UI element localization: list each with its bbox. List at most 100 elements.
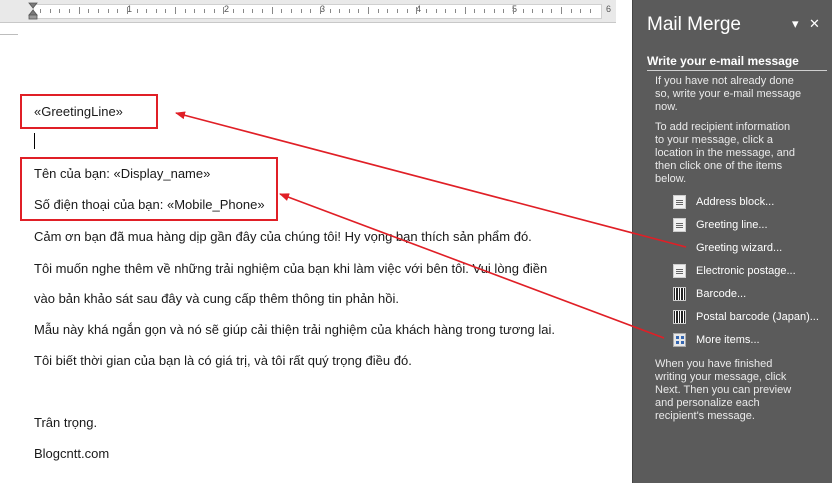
text-cursor [34,133,35,149]
ruler-mark: 2 [224,4,230,14]
greeting-line-link[interactable]: Greeting line... [673,217,768,233]
body-paragraph[interactable]: vào bản khảo sát sau đây và cung cấp thê… [34,291,399,306]
ruler-tick [358,9,360,13]
instructions-text: To add recipient information to your mes… [655,121,796,185]
page-gutter [616,0,632,483]
ruler-tick [406,9,408,13]
ruler-tick [184,9,186,13]
ruler-tick [146,9,148,13]
ruler-tick [561,7,563,14]
item-label: More items... [696,334,760,346]
pane-options-icon[interactable]: ▾ [792,16,799,32]
ruler-tick [368,7,370,14]
ruler-tick [242,9,244,13]
ruler-tick [175,7,177,14]
ruler-tick [252,9,254,13]
mail-merge-pane: Mail Merge ▾ ✕ Write your e-mail message… [632,0,832,483]
ruler-tick [271,7,273,14]
ruler-tick [503,9,505,13]
ruler-tick [445,9,447,13]
ruler-tick [165,9,167,13]
more-items-link[interactable]: More items... [673,332,760,348]
item-label: Electronic postage... [696,265,796,277]
address-block-link[interactable]: Address block... [673,194,774,210]
display-name-field[interactable]: Tên của bạn: «Display_name» [34,166,210,181]
indent-marker-icon[interactable] [28,2,38,20]
ruler-tick [426,9,427,13]
ruler-tick [512,7,514,14]
ruler-tick [223,7,225,14]
item-label: Greeting line... [696,219,768,231]
ruler-tick [194,9,196,13]
ruler-tick [40,9,41,13]
ruler-tick [126,7,128,14]
postal-barcode-link[interactable]: Postal barcode (Japan)... [673,309,819,325]
ruler-tick [261,9,263,13]
pane-close-icon[interactable]: ✕ [809,16,820,32]
ruler-tick [435,9,437,13]
body-paragraph[interactable]: Mẫu này khá ngắn gọn và nó sẽ giúp cải t… [34,322,555,337]
ruler-tick [107,9,109,13]
item-label: Barcode... [696,288,747,300]
body-paragraph[interactable]: Tôi biết thời gian của bạn là có giá trị… [34,353,412,368]
ruler-tick [348,9,350,13]
ruler-tick [290,9,292,13]
body-paragraph[interactable]: Cảm ơn bạn đã mua hàng dịp gần đây của c… [34,229,532,244]
ruler-tick [590,9,592,13]
ruler-tick [233,9,234,13]
ruler-tick [213,9,215,13]
barcode-icon [673,287,686,301]
ruler-tick [570,9,572,13]
finish-text: When you have finished writing your mess… [655,358,792,422]
intro-text: If you have not already done so, write y… [655,75,802,113]
ruler-tick [522,9,524,13]
ruler-mark: 6 [606,4,612,14]
ruler-tick [493,9,495,13]
electronic-postage-link[interactable]: Electronic postage... [673,263,796,279]
grid-icon [673,333,686,347]
ruler-tick [580,9,582,13]
ruler-tick [117,9,119,13]
closing-line[interactable]: Trân trọng. [34,415,97,430]
document-icon [673,195,686,209]
item-label: Address block... [696,196,775,208]
body-paragraph[interactable]: Tôi muốn nghe thêm về những trải nghiệm … [34,261,547,276]
document-area[interactable]: 1 2 3 4 5 6 «GreetingLine» Tên của bạn: … [0,0,632,483]
greeting-wizard-link[interactable]: Greeting wizard... [673,240,782,256]
ruler-tick [377,9,379,13]
ruler-tick [551,9,553,13]
item-label: Postal barcode (Japan)... [696,311,819,323]
ruler-tick [483,9,485,13]
ruler-tick [329,9,331,13]
blank-icon [673,241,686,255]
ruler-tick [59,9,61,13]
ruler-tick [397,9,399,13]
document-icon [673,218,686,232]
horizontal-ruler[interactable]: 1 2 3 4 5 6 [0,0,616,23]
barcode-icon [673,310,686,324]
greeting-line-field[interactable]: «GreetingLine» [34,104,123,119]
pane-title: Mail Merge [647,14,741,35]
mobile-phone-field[interactable]: Số điện thoại của bạn: «Mobile_Phone» [34,197,265,212]
ruler-tick [155,9,157,13]
ruler-tick [281,9,283,13]
barcode-link[interactable]: Barcode... [673,286,746,302]
ruler-tick [474,9,476,13]
ruler-tick [454,9,456,13]
ruler-tick [49,9,51,13]
ruler-tick [310,9,312,13]
ruler-tick [204,9,206,13]
ruler-tick [97,9,99,13]
signature-line[interactable]: Blogcntt.com [34,446,109,461]
ruler-tick [300,9,302,13]
postage-icon [673,264,686,278]
ruler-tick [136,9,138,13]
ruler-tick [541,9,543,13]
page-corner-mark [0,34,18,35]
ruler-tick [339,9,341,13]
ruler-tick [78,7,80,14]
ruler-tick [319,7,321,14]
ruler-tick [88,9,90,13]
ruler-tick [532,9,534,13]
step-heading: Write your e-mail message [647,54,827,71]
